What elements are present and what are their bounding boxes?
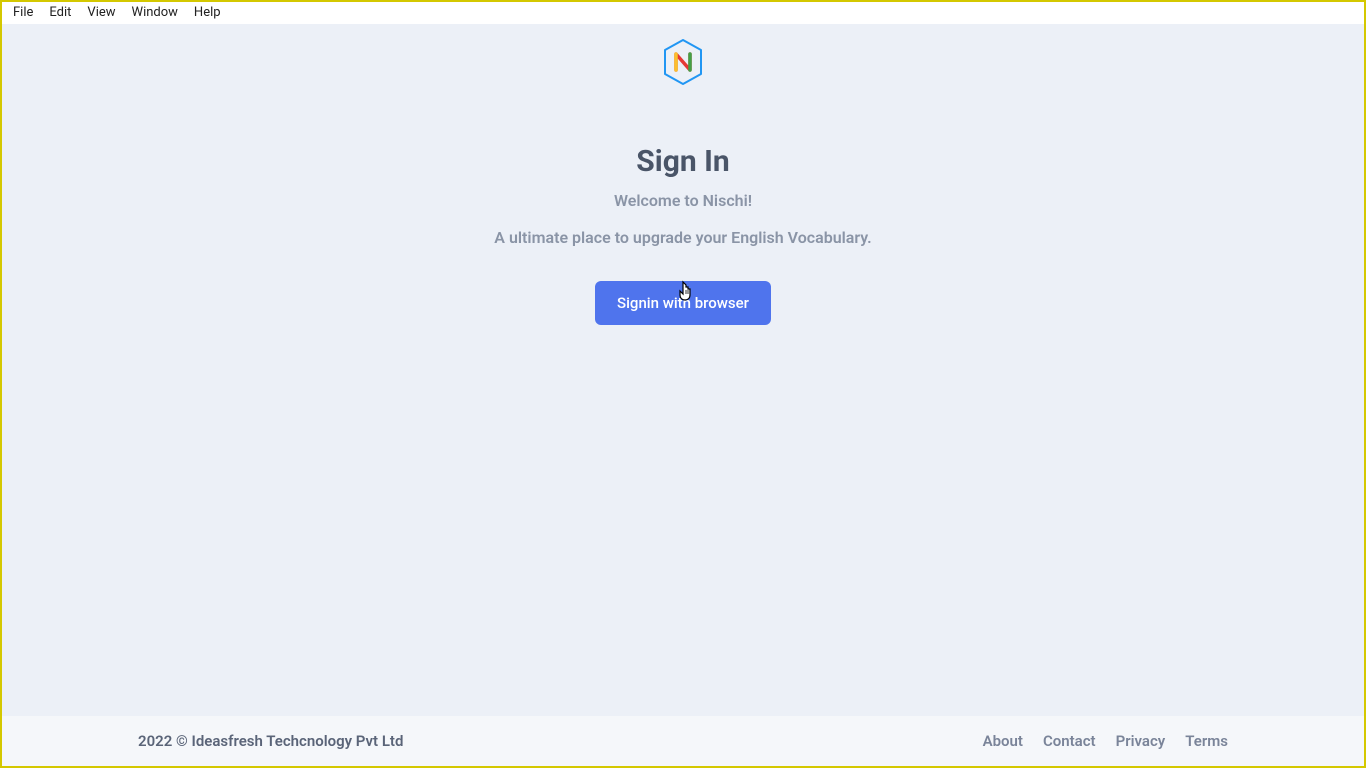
menu-view[interactable]: View	[80, 4, 122, 21]
signin-browser-button[interactable]: Signin with browser	[595, 281, 771, 325]
menu-help[interactable]: Help	[187, 4, 228, 21]
footer-link-terms[interactable]: Terms	[1185, 732, 1228, 750]
logo-container	[661, 38, 705, 86]
footer-link-privacy[interactable]: Privacy	[1116, 732, 1166, 750]
menu-file[interactable]: File	[6, 4, 40, 21]
footer-links: About Contact Privacy Terms	[983, 732, 1228, 750]
page-title: Sign In	[636, 144, 729, 179]
app-logo-icon	[661, 38, 705, 86]
menu-window[interactable]: Window	[125, 4, 185, 21]
footer-link-about[interactable]: About	[983, 732, 1023, 750]
footer-link-contact[interactable]: Contact	[1043, 732, 1096, 750]
description-text: A ultimate place to upgrade your English…	[494, 228, 871, 247]
main-content: Sign In Welcome to Nischi! A ultimate pl…	[2, 24, 1364, 716]
menu-edit[interactable]: Edit	[42, 4, 78, 21]
footer: 2022 © Ideasfresh Techcnology Pvt Ltd Ab…	[2, 716, 1364, 766]
content-area: Sign In Welcome to Nischi! A ultimate pl…	[2, 24, 1364, 766]
welcome-text: Welcome to Nischi!	[614, 191, 752, 210]
copyright-text: 2022 © Ideasfresh Techcnology Pvt Ltd	[138, 732, 403, 750]
menu-bar: File Edit View Window Help	[2, 2, 1364, 24]
